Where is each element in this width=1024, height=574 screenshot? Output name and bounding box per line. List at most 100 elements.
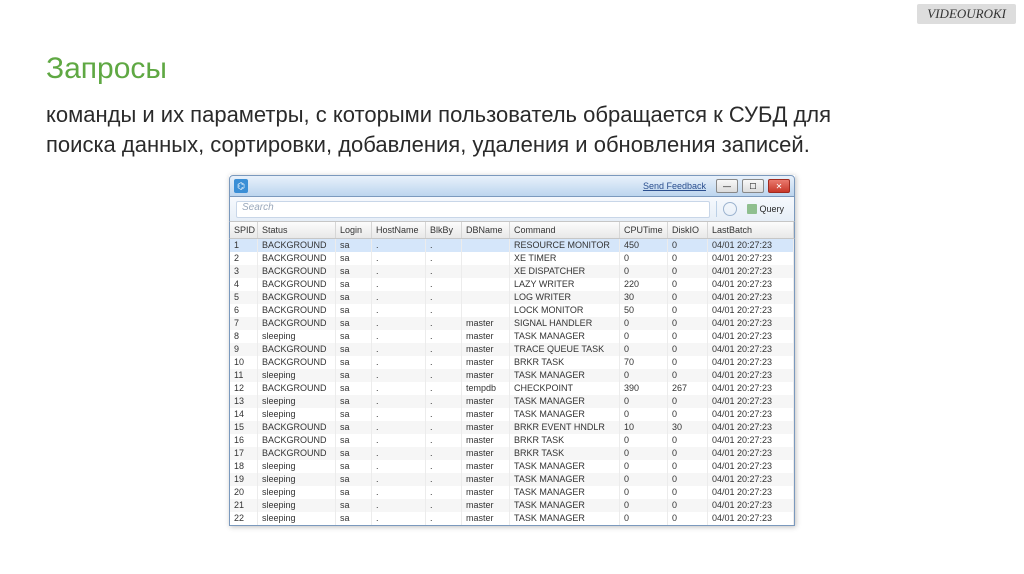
table-cell: sa — [336, 356, 372, 369]
table-cell: 04/01 20:27:23 — [708, 512, 794, 525]
table-cell: . — [426, 434, 462, 447]
table-cell: . — [372, 512, 426, 525]
table-row[interactable]: 1BACKGROUNDsa..RESOURCE MONITOR450004/01… — [229, 239, 795, 252]
table-cell: BRKR TASK — [510, 356, 620, 369]
feedback-link[interactable]: Send Feedback — [643, 181, 706, 191]
col-lastbatch[interactable]: LastBatch — [708, 222, 794, 238]
search-icon[interactable] — [723, 202, 737, 216]
table-cell: sa — [336, 473, 372, 486]
table-cell: 04/01 20:27:23 — [708, 330, 794, 343]
table-cell: sa — [336, 460, 372, 473]
table-cell: BACKGROUND — [258, 343, 336, 356]
table-cell: 0 — [668, 499, 708, 512]
table-cell: sa — [336, 265, 372, 278]
table-cell: . — [426, 330, 462, 343]
table-row[interactable]: 21sleepingsa..masterTASK MANAGER0004/01 … — [229, 499, 795, 512]
col-status[interactable]: Status — [258, 222, 336, 238]
table-cell — [462, 291, 510, 304]
table-cell: . — [426, 421, 462, 434]
table-cell — [462, 278, 510, 291]
table-cell: TASK MANAGER — [510, 486, 620, 499]
table-cell: 0 — [620, 512, 668, 525]
col-blkby[interactable]: BlkBy — [426, 222, 462, 238]
table-cell: 0 — [620, 460, 668, 473]
table-cell: 0 — [620, 317, 668, 330]
table-cell: sleeping — [258, 512, 336, 525]
col-cputime[interactable]: CPUTime — [620, 222, 668, 238]
col-login[interactable]: Login — [336, 222, 372, 238]
table-cell: 0 — [668, 317, 708, 330]
table-row[interactable]: 11sleepingsa..masterTASK MANAGER0004/01 … — [229, 369, 795, 382]
table-cell: LAZY WRITER — [510, 278, 620, 291]
table-row[interactable]: 22sleepingsa..masterTASK MANAGER0004/01 … — [229, 512, 795, 525]
table-cell: 11 — [230, 369, 258, 382]
table-cell: BACKGROUND — [258, 382, 336, 395]
table-row[interactable]: 2BACKGROUNDsa..XE TIMER0004/01 20:27:23 — [229, 252, 795, 265]
table-cell: master — [462, 447, 510, 460]
table-cell: . — [426, 265, 462, 278]
table-cell: TASK MANAGER — [510, 499, 620, 512]
table-cell: SIGNAL HANDLER — [510, 317, 620, 330]
table-cell: . — [372, 343, 426, 356]
col-diskio[interactable]: DiskIO — [668, 222, 708, 238]
table-cell: . — [372, 460, 426, 473]
table-cell: 04/01 20:27:23 — [708, 239, 794, 252]
table-row[interactable]: 6BACKGROUNDsa..LOCK MONITOR50004/01 20:2… — [229, 304, 795, 317]
table-cell: . — [426, 304, 462, 317]
table-cell: master — [462, 317, 510, 330]
table-row[interactable]: 16BACKGROUNDsa..masterBRKR TASK0004/01 2… — [229, 434, 795, 447]
table-cell: . — [372, 304, 426, 317]
col-command[interactable]: Command — [510, 222, 620, 238]
minimize-button[interactable]: — — [716, 179, 738, 193]
table-cell: 21 — [230, 499, 258, 512]
table-row[interactable]: 18sleepingsa..masterTASK MANAGER0004/01 … — [229, 460, 795, 473]
table-cell: 0 — [668, 408, 708, 421]
query-button[interactable]: Query — [743, 203, 788, 215]
table-row[interactable]: 4BACKGROUNDsa..LAZY WRITER220004/01 20:2… — [229, 278, 795, 291]
col-hostname[interactable]: HostName — [372, 222, 426, 238]
table-row[interactable]: 10BACKGROUNDsa..masterBRKR TASK70004/01 … — [229, 356, 795, 369]
table-cell: 5 — [230, 291, 258, 304]
table-row[interactable]: 3BACKGROUNDsa..XE DISPATCHER0004/01 20:2… — [229, 265, 795, 278]
table-row[interactable]: 13sleepingsa..masterTASK MANAGER0004/01 … — [229, 395, 795, 408]
table-cell: 0 — [620, 369, 668, 382]
col-dbname[interactable]: DBName — [462, 222, 510, 238]
table-cell: XE DISPATCHER — [510, 265, 620, 278]
titlebar: ⌬ Send Feedback — ☐ ✕ — [229, 175, 795, 197]
table-row[interactable]: 8sleepingsa..masterTASK MANAGER0004/01 2… — [229, 330, 795, 343]
table-cell: master — [462, 473, 510, 486]
table-cell: 267 — [668, 382, 708, 395]
table-row[interactable]: 12BACKGROUNDsa..tempdbCHECKPOINT39026704… — [229, 382, 795, 395]
table-cell: . — [426, 499, 462, 512]
table-cell: 16 — [230, 434, 258, 447]
table-cell: 30 — [620, 291, 668, 304]
table-cell: CHECKPOINT — [510, 382, 620, 395]
table-cell: 0 — [668, 460, 708, 473]
table-row[interactable]: 5BACKGROUNDsa..LOG WRITER30004/01 20:27:… — [229, 291, 795, 304]
table-cell: . — [372, 239, 426, 252]
table-row[interactable]: 7BACKGROUNDsa..masterSIGNAL HANDLER0004/… — [229, 317, 795, 330]
search-input[interactable]: Search — [236, 201, 710, 218]
table-cell: 6 — [230, 304, 258, 317]
table-row[interactable]: 9BACKGROUNDsa..masterTRACE QUEUE TASK000… — [229, 343, 795, 356]
close-button[interactable]: ✕ — [768, 179, 790, 193]
table-cell — [462, 304, 510, 317]
table-cell: 0 — [668, 369, 708, 382]
table-cell: . — [372, 395, 426, 408]
watermark-badge: VIDEOUROKI — [917, 4, 1016, 24]
maximize-button[interactable]: ☐ — [742, 179, 764, 193]
table-cell: 04/01 20:27:23 — [708, 395, 794, 408]
table-row[interactable]: 19sleepingsa..masterTASK MANAGER0004/01 … — [229, 473, 795, 486]
table-cell: . — [426, 356, 462, 369]
table-row[interactable]: 15BACKGROUNDsa..masterBRKR EVENT HNDLR10… — [229, 421, 795, 434]
table-row[interactable]: 17BACKGROUNDsa..masterBRKR TASK0004/01 2… — [229, 447, 795, 460]
table-cell: 04/01 20:27:23 — [708, 473, 794, 486]
table-cell: 0 — [668, 291, 708, 304]
table-row[interactable]: 20sleepingsa..masterTASK MANAGER0004/01 … — [229, 486, 795, 499]
table-header: SPID Status Login HostName BlkBy DBName … — [229, 221, 795, 239]
table-cell: sa — [336, 330, 372, 343]
table-cell: sa — [336, 382, 372, 395]
table-row[interactable]: 14sleepingsa..masterTASK MANAGER0004/01 … — [229, 408, 795, 421]
table-cell: tempdb — [462, 382, 510, 395]
col-spid[interactable]: SPID — [230, 222, 258, 238]
